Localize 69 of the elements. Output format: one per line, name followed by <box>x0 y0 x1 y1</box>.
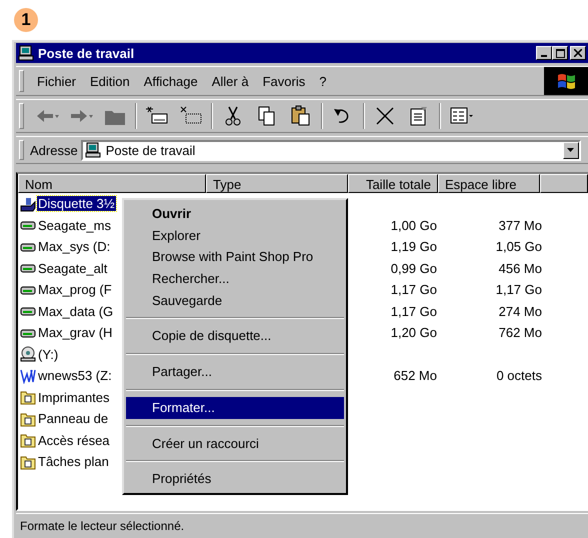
table-cell-text: 274 Mo <box>498 304 542 319</box>
caret-icon <box>567 148 574 152</box>
address-field[interactable]: Poste de travail <box>80 140 581 160</box>
window-title: Poste de travail <box>38 46 136 60</box>
floppy-drive-icon <box>20 196 36 212</box>
menu-item[interactable]: Propriétés <box>126 468 344 490</box>
file-name[interactable]: Accès résea <box>37 432 111 448</box>
maximize-button[interactable] <box>552 46 568 60</box>
menu-item[interactable]: ? <box>312 74 334 88</box>
close-button[interactable] <box>570 46 586 60</box>
close-icon <box>574 49 582 57</box>
table-cell-text: 0,99 Go <box>390 260 438 276</box>
folder-icon <box>20 432 36 448</box>
table-cell-text: 1,17 Go <box>390 304 438 319</box>
column-header[interactable]: Type <box>206 174 348 193</box>
table-cell-text: 1,00 Go <box>390 218 438 233</box>
table-cell-text: 652 Mo <box>392 368 438 384</box>
table-cell-text: 0 octets <box>495 368 542 384</box>
column-header[interactable]: Espace libre <box>438 174 540 193</box>
table-cell-text: 1,19 Go <box>390 239 438 254</box>
file-name[interactable]: Seagate_alt <box>37 260 108 276</box>
table-cell-text: 1,17 Go <box>494 282 542 298</box>
menu-item[interactable]: Ouvrir <box>126 203 344 225</box>
windows-logo-icon <box>544 67 588 95</box>
menu-item[interactable]: Partager... <box>126 361 344 383</box>
menu-item[interactable]: Aller à <box>204 74 256 88</box>
minimize-button[interactable] <box>536 46 552 60</box>
menu-item[interactable]: Browse with Paint Shop Pro <box>126 246 344 268</box>
table-cell-text: 1,05 Go <box>494 239 542 254</box>
menu-item[interactable]: Rechercher... <box>126 268 344 290</box>
menu-item[interactable]: Créer un raccourci <box>126 432 344 454</box>
file-name[interactable]: Max_sys (D: <box>37 239 112 254</box>
file-name[interactable]: Max_prog (F <box>37 282 113 298</box>
folder-icon <box>20 389 36 406</box>
step-number-badge: 1 <box>14 8 38 32</box>
computer-icon <box>18 45 34 61</box>
cd-drive-icon <box>20 346 36 362</box>
table-cell-text: 456 Mo <box>498 260 542 276</box>
column-header[interactable]: Taille totale <box>348 174 438 193</box>
computer-icon <box>84 142 101 158</box>
menu-item[interactable]: Fichier <box>30 74 84 88</box>
column-header[interactable]: Nom <box>18 174 206 193</box>
menu-item[interactable]: Edition <box>83 74 137 88</box>
file-name[interactable]: Max_grav (H <box>37 325 114 340</box>
table-cell-text: 1,20 Go <box>390 325 438 340</box>
file-name[interactable]: Panneau de <box>37 411 110 426</box>
file-name[interactable]: Imprimantes <box>37 390 111 405</box>
dropdown-button[interactable] <box>562 142 579 158</box>
maximize-icon <box>556 48 564 58</box>
folder-icon <box>20 454 36 470</box>
menu-item[interactable]: Favoris <box>256 74 312 88</box>
table-cell-text: 377 Mo <box>498 218 542 233</box>
file-name[interactable]: wnews53 (Z: <box>37 368 113 384</box>
table-cell-text: 762 Mo <box>498 325 542 340</box>
file-name[interactable]: Max_data (G <box>37 304 114 319</box>
status-text: Formate le lecteur sélectionné. <box>20 519 184 533</box>
menu-item[interactable]: Copie de disquette... <box>126 325 344 348</box>
folder-icon <box>20 410 36 427</box>
file-name[interactable]: Seagate_ms <box>37 218 112 233</box>
table-cell-text: 1,17 Go <box>390 282 438 298</box>
menu-item[interactable]: Formater... <box>126 396 344 418</box>
file-name[interactable]: Tâches plan <box>37 454 110 470</box>
menu-item[interactable]: Explorer <box>126 224 344 246</box>
file-name[interactable]: (Y:) <box>37 346 60 362</box>
menu-item[interactable]: Affichage <box>136 74 205 88</box>
network-drive-icon <box>20 368 36 384</box>
address-label: Adresse <box>30 142 78 158</box>
menu-item[interactable]: Sauvegarde <box>126 290 344 312</box>
file-name[interactable]: Disquette 3½ <box>37 196 116 212</box>
